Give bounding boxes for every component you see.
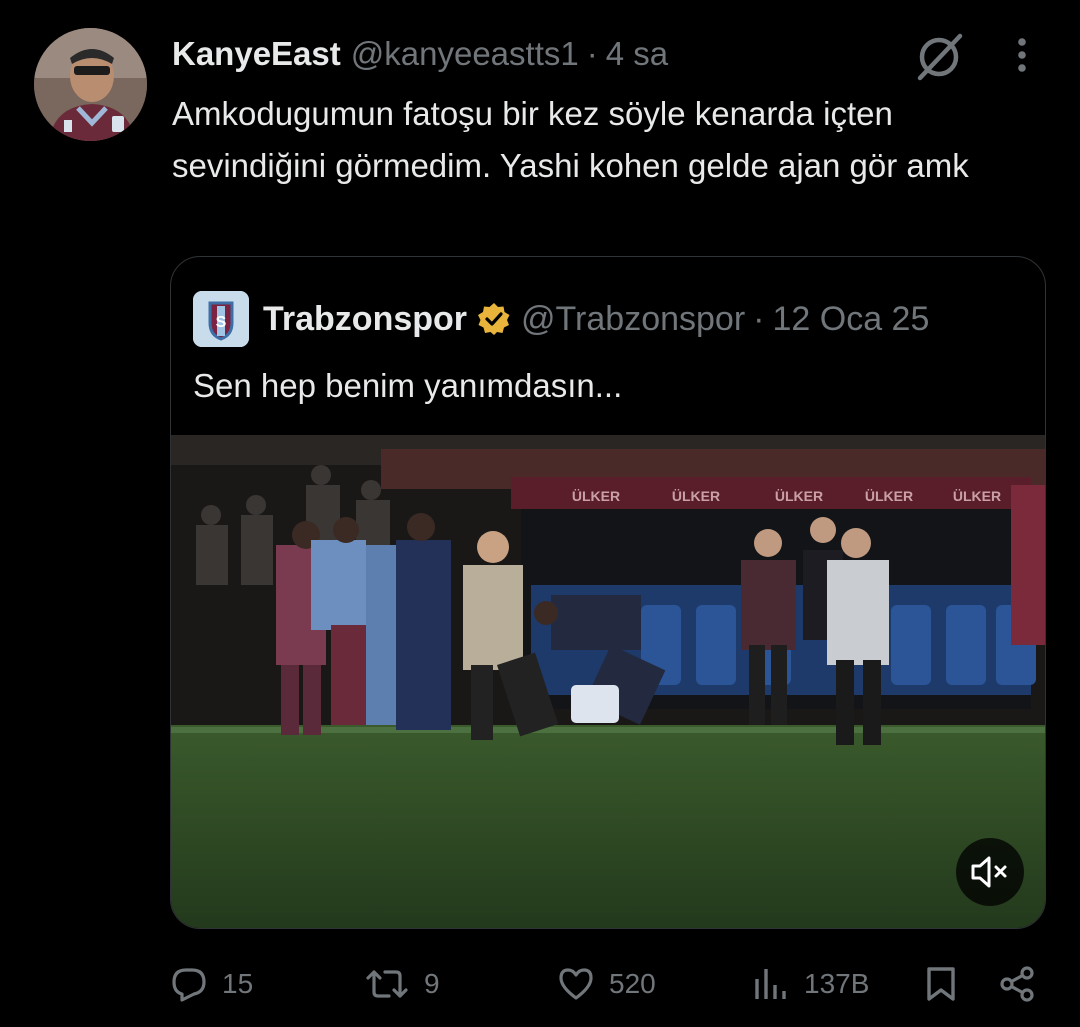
retweet-count: 9 xyxy=(424,968,440,999)
video-media[interactable]: ÜLKER ÜLKER ÜLKER ÜLKER ÜLKER xyxy=(171,435,1045,928)
banner-text-2: ÜLKER xyxy=(672,488,720,504)
tweet-header: KanyeEast @kanyeeastts1 · 4 sa xyxy=(172,32,668,76)
author-handle[interactable]: @kanyeeastts1 xyxy=(351,35,579,73)
grok-icon[interactable] xyxy=(912,30,966,84)
quoted-tweet-header: S Trabzonspor @Trabzonspor · 12 Oca 25 xyxy=(193,289,929,349)
banner-text-4: ÜLKER xyxy=(865,488,913,504)
like-button[interactable]: 520 xyxy=(557,960,656,1008)
action-bar: 15 9 520 137B xyxy=(0,950,1080,1020)
quoted-date[interactable]: 12 Oca 25 xyxy=(772,300,929,339)
author-name[interactable]: KanyeEast xyxy=(172,35,341,73)
quoted-tweet-text: Sen hep benim yanımdasın... xyxy=(193,367,623,404)
separator-dot: · xyxy=(586,35,598,72)
heart-icon xyxy=(559,968,593,1000)
retweet-icon xyxy=(366,970,408,998)
banner-text-3: ÜLKER xyxy=(775,488,823,504)
verified-badge-icon xyxy=(478,303,510,335)
more-icon[interactable] xyxy=(1004,34,1040,78)
share-icon xyxy=(1000,966,1034,1002)
avatar-image xyxy=(34,28,147,141)
views-button[interactable]: 137B xyxy=(752,960,869,1008)
bookmark-button[interactable] xyxy=(922,960,974,1008)
bookmark-icon xyxy=(927,967,955,1001)
stadium-video-frame: ÜLKER ÜLKER ÜLKER ÜLKER ÜLKER xyxy=(171,435,1045,928)
banner-text-1: ÜLKER xyxy=(572,488,620,504)
svg-text:S: S xyxy=(216,314,227,331)
like-count: 520 xyxy=(609,968,656,999)
tweet-time[interactable]: 4 sa xyxy=(606,35,668,73)
quoted-author-handle[interactable]: @Trabzonspor xyxy=(521,300,745,339)
tweet-text: Amkodugumun fatoşu bir kez söyle kenarda… xyxy=(172,95,969,184)
views-icon xyxy=(755,969,786,999)
mute-button[interactable] xyxy=(956,838,1024,906)
views-count: 137B xyxy=(804,968,870,999)
trabzonspor-logo[interactable]: S xyxy=(193,291,249,347)
quoted-tweet[interactable]: S Trabzonspor @Trabzonspor · 12 Oca 25 S… xyxy=(170,256,1046,929)
share-button[interactable] xyxy=(998,960,1050,1008)
quoted-separator-dot: · xyxy=(753,299,765,338)
mute-icon xyxy=(971,856,1007,888)
reply-count: 15 xyxy=(222,968,254,999)
retweet-button[interactable]: 9 xyxy=(364,960,440,1008)
banner-text-5: ÜLKER xyxy=(953,488,1001,504)
reply-button[interactable]: 15 xyxy=(170,960,253,1008)
avatar[interactable] xyxy=(34,28,147,141)
quoted-author-name[interactable]: Trabzonspor xyxy=(263,300,467,339)
reply-icon xyxy=(172,968,206,1002)
